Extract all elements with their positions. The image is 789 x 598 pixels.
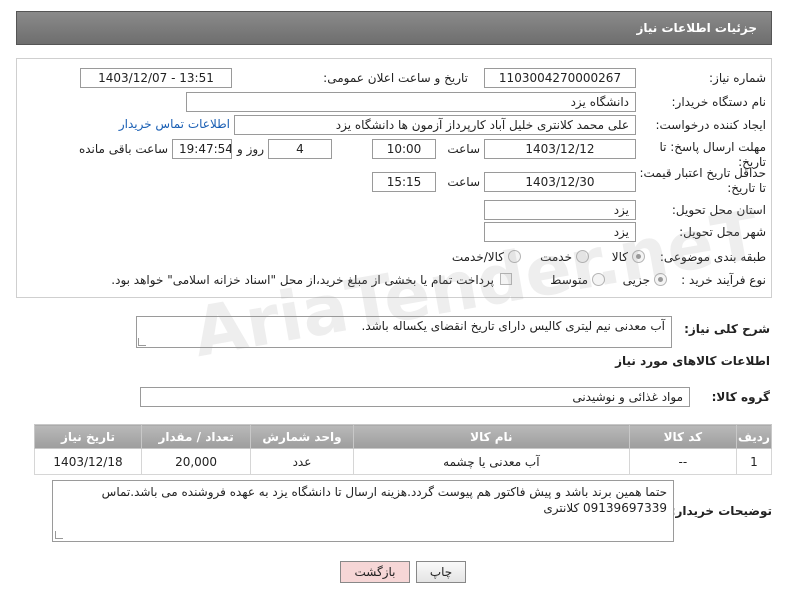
table-header-row: ردیف کد کالا نام کالا واحد شمارش تعداد /… xyxy=(33,424,773,449)
table-row[interactable]: 1 -- آب معدنی یا چشمه عدد 20,000 1403/12… xyxy=(33,448,773,475)
price-valid-time-field[interactable]: 15:15 xyxy=(372,172,436,192)
buyer-org-label: نام دستگاه خریدار: xyxy=(671,95,767,109)
cell-goods-code: -- xyxy=(628,448,737,475)
col-need-date: تاریخ نیاز xyxy=(33,424,143,449)
page-header: جزئیات اطلاعات نیاز xyxy=(16,11,772,45)
page-title: جزئیات اطلاعات نیاز xyxy=(636,21,757,35)
cell-quantity: 20,000 xyxy=(141,448,252,475)
resize-handle-icon[interactable] xyxy=(138,338,146,346)
creator-label: ایجاد کننده درخواست: xyxy=(655,118,766,132)
cell-row-number: 1 xyxy=(735,448,773,475)
buyer-org-field[interactable]: دانشگاه یزد xyxy=(186,92,636,112)
price-valid-time-label: ساعت xyxy=(447,175,480,189)
buyer-notes-field[interactable]: حتما همین برند باشد و پیش فاکتور هم پیوس… xyxy=(52,480,674,542)
goods-group-field[interactable]: مواد غذائی و نوشیدنی xyxy=(140,387,690,407)
need-number-label: شماره نیاز: xyxy=(709,71,766,85)
col-unit: واحد شمارش xyxy=(250,424,354,449)
deadline-time-label: ساعت xyxy=(447,142,480,156)
col-goods-code: کد کالا xyxy=(628,424,737,449)
announce-field[interactable]: 1403/12/07 - 13:51 xyxy=(80,68,232,88)
price-valid-date-field[interactable]: 1403/12/30 xyxy=(484,172,636,192)
col-row-number: ردیف xyxy=(735,424,773,449)
goods-section-title: اطلاعات کالاهای مورد نیاز xyxy=(615,354,770,368)
province-field[interactable]: یزد xyxy=(484,200,636,220)
back-button[interactable]: بازگشت xyxy=(340,561,410,583)
need-number-field[interactable]: 1103004270000267 xyxy=(484,68,636,88)
contact-info-link[interactable]: اطلاعات تماس خریدار xyxy=(110,117,230,131)
creator-field[interactable]: علی محمد کلانتری خلیل آباد کارپرداز آزمو… xyxy=(234,115,636,135)
remaining-time-field[interactable]: 19:47:54 xyxy=(172,139,232,159)
announce-label: تاریخ و ساعت اعلان عمومی: xyxy=(323,71,468,85)
col-goods-name: نام کالا xyxy=(352,424,630,449)
remaining-label: ساعت باقی مانده xyxy=(78,142,168,156)
print-button[interactable]: چاپ xyxy=(416,561,466,583)
cell-need-date: 1403/12/18 xyxy=(33,448,143,475)
col-quantity: تعداد / مقدار xyxy=(141,424,252,449)
cell-goods-name: آب معدنی یا چشمه xyxy=(352,448,630,475)
resize-handle-icon[interactable] xyxy=(55,531,63,539)
description-label: شرح کلی نیاز: xyxy=(684,322,770,336)
goods-table: ردیف کد کالا نام کالا واحد شمارش تعداد /… xyxy=(33,424,773,475)
goods-group-label: گروه کالا: xyxy=(711,390,770,404)
deadline-time-field[interactable]: 10:00 xyxy=(372,139,436,159)
price-valid-label: حداقل تاریخ اعتبار قیمت: تا تاریخ: xyxy=(639,166,766,195)
days-remaining-field[interactable]: 4 xyxy=(268,139,332,159)
cell-unit: عدد xyxy=(250,448,354,475)
deadline-date-field[interactable]: 1403/12/12 xyxy=(484,139,636,159)
buyer-notes-label: توضیحات خریدار: xyxy=(670,504,772,518)
